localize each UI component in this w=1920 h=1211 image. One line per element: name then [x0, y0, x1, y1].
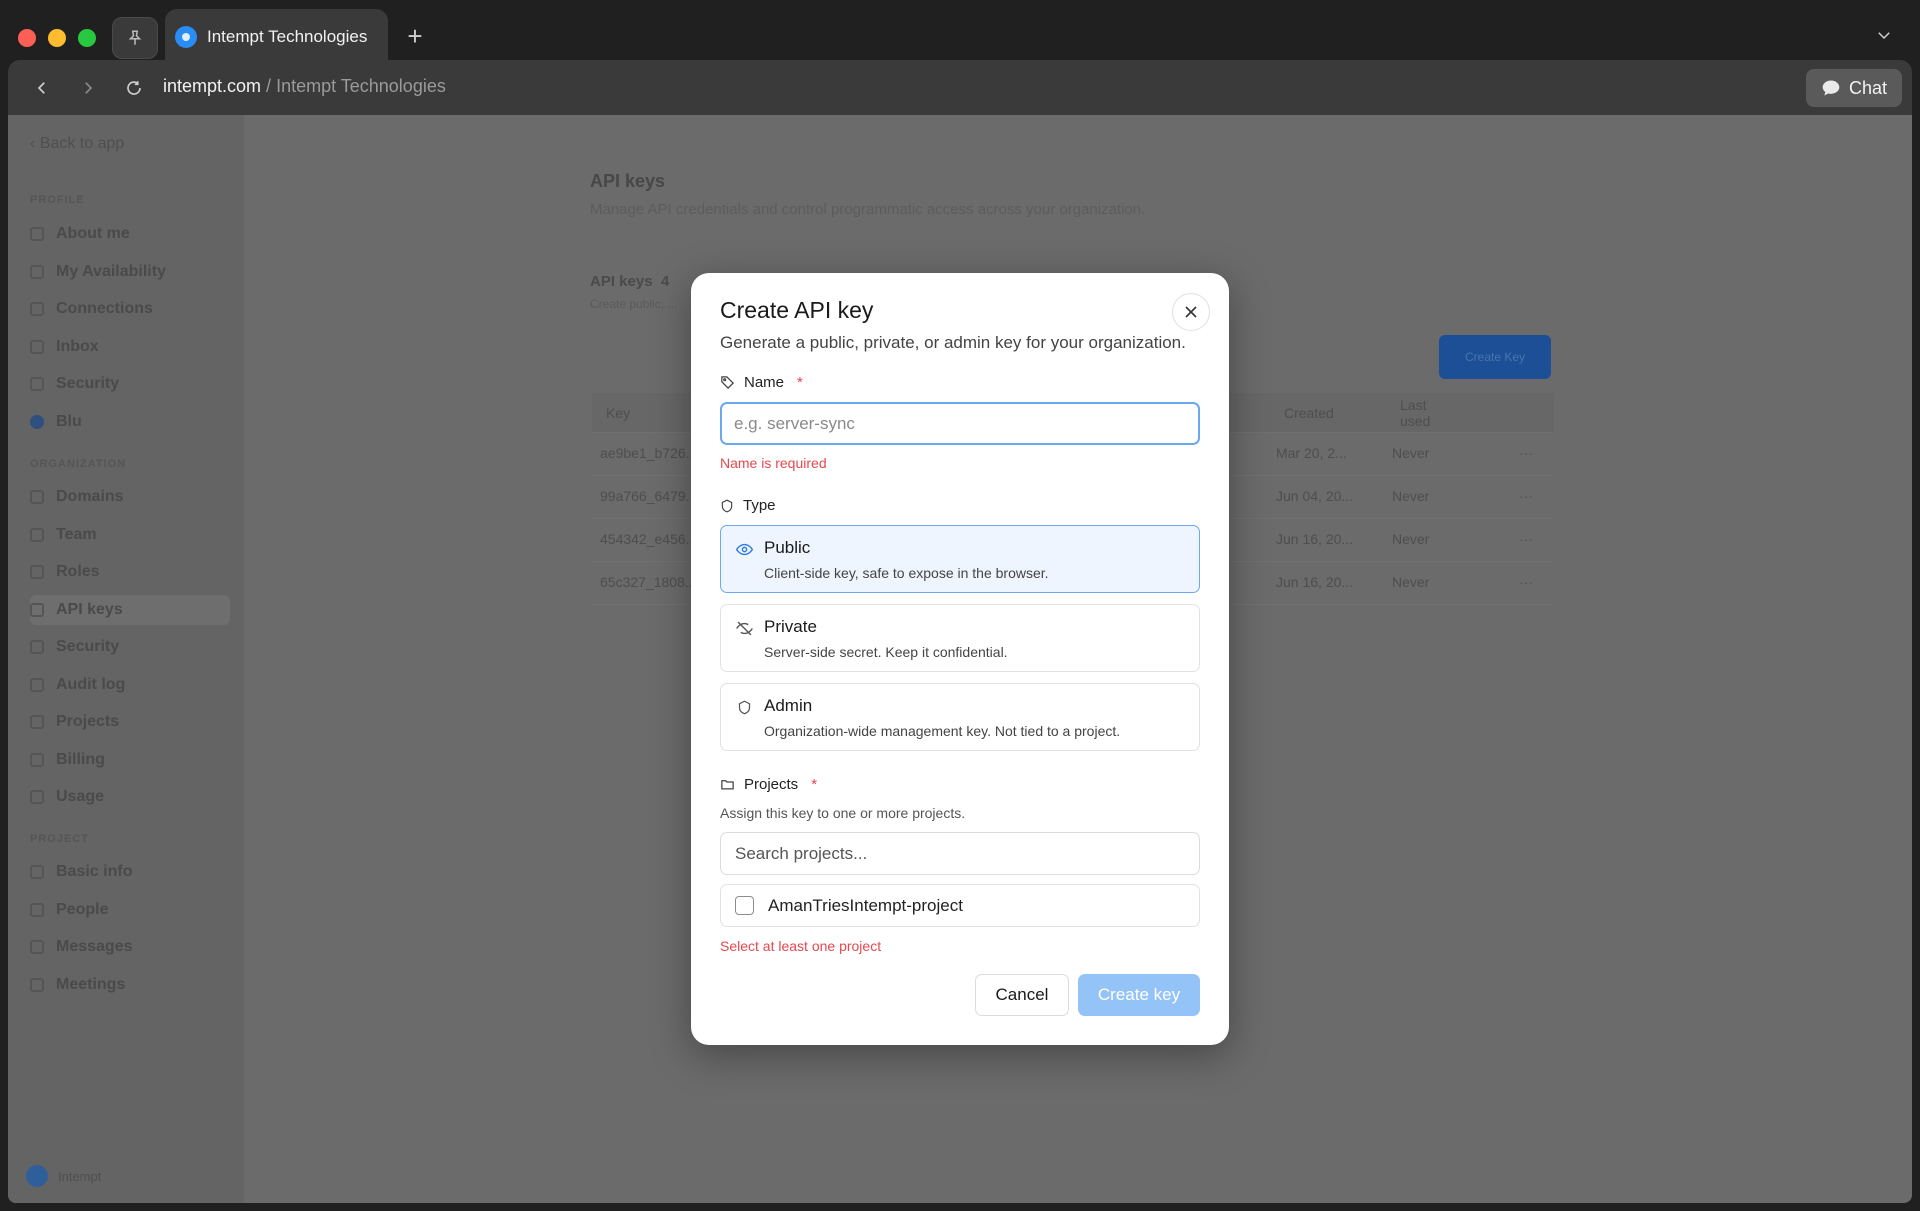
required-marker: * [811, 776, 818, 793]
chat-label: Chat [1848, 77, 1888, 98]
create-api-key-dialog: Create API key Generate a public, privat… [691, 273, 1229, 1045]
back-button[interactable] [28, 74, 56, 102]
close-window-button[interactable] [18, 29, 36, 47]
projects-error-message: Select at least one project [720, 938, 882, 954]
name-field-label: Name * [720, 374, 803, 391]
type-option-description: Client-side key, safe to expose in the b… [764, 565, 1049, 581]
name-label-text: Name [744, 374, 785, 391]
type-option-name: Admin [764, 696, 813, 715]
browser-window: Intempt Technologies + intempt.com / Int… [0, 0, 1920, 1211]
projects-description: Assign this key to one or more projects. [720, 805, 966, 821]
tag-icon [721, 376, 735, 390]
type-option-name: Public [764, 538, 811, 557]
project-option-name: AmanTriesIntempt-project [768, 895, 963, 915]
cancel-button[interactable]: Cancel [975, 974, 1069, 1016]
close-icon [1185, 306, 1197, 318]
chat-button[interactable]: Chat [1806, 69, 1902, 107]
tab-list-chevron-icon[interactable] [1870, 21, 1898, 49]
type-option-private[interactable]: Private Server-side secret. Keep it conf… [720, 604, 1200, 672]
tab-title: Intempt Technologies [207, 26, 368, 46]
required-marker: * [797, 374, 803, 391]
browser-toolbar: intempt.com / Intempt Technologies Chat [8, 60, 1912, 115]
reload-icon [127, 81, 141, 95]
dialog-title: Create API key [720, 297, 874, 323]
folder-icon [721, 780, 734, 790]
chat-bubble-icon [1822, 80, 1840, 96]
type-option-name: Private [764, 617, 817, 636]
new-tab-button[interactable]: + [400, 19, 430, 53]
close-dialog-button[interactable] [1172, 293, 1210, 331]
reload-button[interactable] [120, 74, 148, 102]
pin-tab-button[interactable] [112, 17, 158, 59]
eye-icon [735, 540, 753, 558]
chevron-right-icon [85, 82, 93, 94]
browser-tab[interactable]: Intempt Technologies [165, 9, 388, 64]
forward-button[interactable] [74, 74, 102, 102]
type-option-public[interactable]: Public Client-side key, safe to expose i… [720, 525, 1200, 593]
url-separator: / [261, 76, 277, 96]
project-search-input[interactable] [720, 832, 1200, 875]
name-input[interactable] [720, 402, 1200, 445]
dialog-description: Generate a public, private, or admin key… [720, 333, 1186, 352]
name-error-message: Name is required [720, 455, 827, 471]
projects-label-text: Projects [744, 776, 799, 793]
type-option-description: Server-side secret. Keep it confidential… [764, 644, 1008, 660]
favicon-icon [175, 25, 197, 48]
type-field-label: Type [720, 497, 776, 514]
pin-icon [128, 30, 142, 45]
url-page-title: Intempt Technologies [276, 76, 446, 96]
tab-bar: Intempt Technologies + [0, 5, 1920, 64]
type-option-description: Organization-wide management key. Not ti… [764, 723, 1121, 739]
type-option-admin[interactable]: Admin Organization-wide management key. … [720, 683, 1200, 751]
url-domain: intempt.com [163, 76, 262, 96]
address-bar[interactable]: intempt.com / Intempt Technologies [163, 76, 446, 97]
chevron-left-icon [37, 82, 45, 94]
type-label-text: Type [743, 497, 776, 514]
maximize-window-button[interactable] [78, 29, 96, 47]
shield-icon [721, 499, 733, 512]
project-checkbox[interactable] [735, 896, 754, 915]
eye-off-icon [735, 619, 753, 637]
project-option[interactable]: AmanTriesIntempt-project [720, 884, 1200, 927]
minimize-window-button[interactable] [48, 29, 66, 47]
shield-icon [735, 698, 753, 716]
projects-field-label: Projects * [720, 776, 817, 793]
create-key-submit-button[interactable]: Create key [1078, 974, 1200, 1016]
